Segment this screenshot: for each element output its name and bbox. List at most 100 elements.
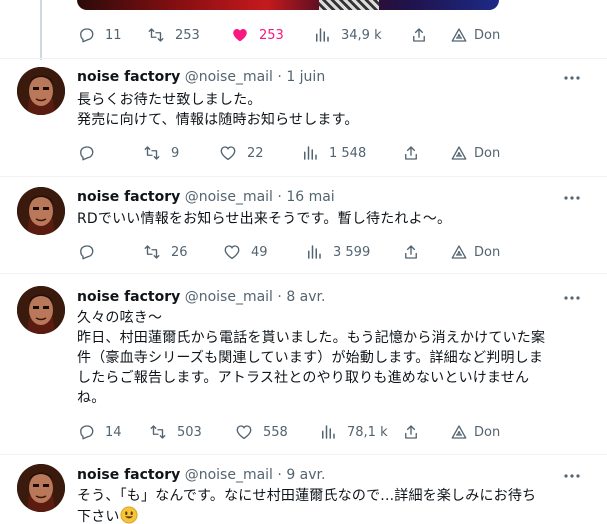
tweet-text: 長らくお待たせ致しました。 発売に向けて、情報は随時お知らせします。 (77, 92, 359, 128)
display-name[interactable]: noise factory (77, 69, 180, 85)
display-name[interactable]: noise factory (77, 467, 180, 483)
retweet-button[interactable]: 26 (143, 242, 188, 262)
share-button[interactable] (402, 143, 420, 163)
heart-icon (224, 245, 240, 260)
donate-button[interactable]: Don (450, 422, 500, 442)
user-handle[interactable]: @noise_mail (185, 289, 273, 305)
views-count: 34,9 k (341, 27, 382, 43)
donate-button[interactable]: Don (450, 143, 500, 163)
share-button[interactable] (402, 422, 420, 442)
more-options-button[interactable] (563, 289, 581, 307)
retweet-icon (150, 425, 166, 439)
more-options-button[interactable] (563, 189, 581, 207)
share-icon (405, 146, 417, 160)
reply-count: 14 (105, 424, 122, 440)
thread-connector (40, 0, 42, 60)
display-name[interactable]: noise factory (77, 289, 180, 305)
donate-triangle-icon (451, 245, 467, 259)
separator-dot: · (277, 289, 282, 305)
share-button[interactable] (402, 242, 420, 262)
avatar-portrait (17, 464, 65, 512)
tweet-date[interactable]: 16 mai (286, 189, 334, 205)
reply-button[interactable] (77, 242, 95, 262)
avatar[interactable] (17, 67, 65, 115)
retweet-button[interactable]: 253 (147, 25, 200, 45)
reply-button[interactable]: 14 (77, 422, 122, 442)
share-icon (405, 425, 417, 439)
views-count: 3 599 (333, 244, 371, 260)
share-icon (405, 245, 417, 259)
retweet-button[interactable]: 9 (143, 143, 179, 163)
tweet[interactable]: noise factory @noise_mail · 8 avr. 久々の呟き… (0, 274, 607, 455)
avatar[interactable] (17, 464, 65, 512)
user-handle[interactable]: @noise_mail (185, 467, 273, 483)
user-handle[interactable]: @noise_mail (185, 189, 273, 205)
reply-icon (80, 425, 94, 440)
retweet-count: 9 (171, 145, 180, 161)
donate-triangle-icon (451, 28, 467, 42)
reply-icon (80, 28, 94, 43)
views-chart-icon (322, 425, 335, 439)
more-horizontal-icon (564, 76, 580, 80)
user-handle[interactable]: @noise_mail (185, 69, 273, 85)
views-button[interactable]: 78,1 k (319, 422, 388, 442)
tweet-text: そう、「も」なんです。なにせ村田蓮爾氏なので...詳細を楽しみにお待ち 下さい (77, 486, 592, 524)
tweet-actions: 9 22 1 548 Don (77, 143, 517, 163)
tweet-actions: 11 253 253 34,9 k Don (77, 25, 517, 45)
reply-button[interactable] (77, 143, 95, 163)
tweet-actions: 26 49 3 599 Don (77, 242, 517, 262)
views-count: 1 548 (329, 145, 367, 161)
views-chart-icon (316, 28, 329, 42)
reply-icon (80, 245, 94, 260)
more-horizontal-icon (564, 296, 580, 300)
donate-triangle-icon (451, 146, 467, 160)
views-button[interactable]: 1 548 (301, 143, 366, 163)
reply-button[interactable]: 11 (77, 25, 122, 45)
tweet-date[interactable]: 9 avr. (286, 467, 325, 483)
tweet-header: noise factory @noise_mail · 9 avr. (77, 466, 325, 484)
tweet-header: noise factory @noise_mail · 1 juin (77, 68, 325, 86)
views-count: 78,1 k (347, 424, 388, 440)
donate-button[interactable]: Don (450, 242, 500, 262)
display-name[interactable]: noise factory (77, 189, 180, 205)
like-count: 253 (259, 27, 284, 43)
tweet-date[interactable]: 8 avr. (286, 289, 325, 305)
avatar[interactable] (17, 187, 65, 235)
like-button[interactable]: 22 (219, 143, 264, 163)
reply-count: 11 (105, 27, 122, 43)
separator-dot: · (277, 69, 282, 85)
tweet[interactable]: noise factory @noise_mail · 16 mai RDでいい… (0, 177, 607, 274)
share-button[interactable] (410, 25, 428, 45)
heart-icon (236, 425, 252, 440)
retweet-count: 253 (175, 27, 200, 43)
like-count: 49 (251, 244, 268, 260)
tweet[interactable]: noise factory @noise_mail · 1 juin 長らくお待… (0, 59, 607, 177)
retweet-button[interactable]: 503 (149, 422, 202, 442)
more-horizontal-icon (564, 196, 580, 200)
avatar-portrait (17, 187, 65, 235)
tweet-text: 久々の呟き～ 昨日、村田蓮爾氏から電話を貰いました。もう記憶から消えかけていた案… (77, 310, 546, 406)
tweet[interactable]: noise factory @noise_mail · 9 avr. そう、「も… (0, 455, 607, 524)
more-options-button[interactable] (563, 467, 581, 485)
retweet-icon (144, 146, 160, 160)
tweet-text: RDでいい情報をお知らせ出来そうです。暫し待たれよ～。 (77, 211, 452, 227)
like-button[interactable]: 49 (223, 242, 268, 262)
retweet-count: 26 (171, 244, 188, 260)
more-horizontal-icon (564, 474, 580, 478)
like-button[interactable]: 558 (235, 422, 288, 442)
tweet-date[interactable]: 1 juin (286, 69, 325, 85)
donate-button[interactable]: Don (450, 25, 500, 45)
tweet-header: noise factory @noise_mail · 16 mai (77, 188, 335, 206)
views-button[interactable]: 34,9 k (313, 25, 382, 45)
views-chart-icon (304, 146, 317, 160)
like-button[interactable]: 253 (231, 25, 284, 45)
tweet-header: noise factory @noise_mail · 8 avr. (77, 288, 325, 306)
like-count: 558 (263, 424, 288, 440)
heart-icon (220, 146, 236, 161)
tweet-media-image[interactable] (77, 0, 499, 10)
retweet-icon (148, 28, 164, 42)
avatar[interactable] (17, 286, 65, 334)
views-button[interactable]: 3 599 (305, 242, 370, 262)
more-options-button[interactable] (563, 69, 581, 87)
avatar-portrait (17, 67, 65, 115)
